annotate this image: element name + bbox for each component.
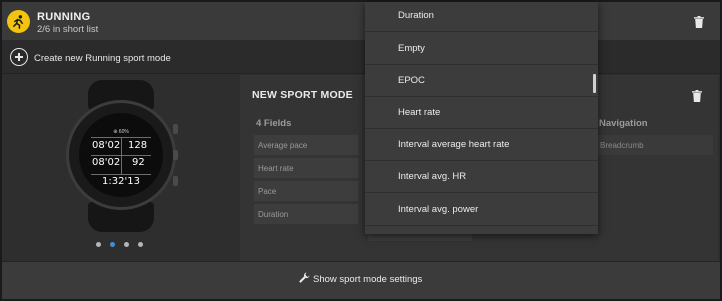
dropdown-scrollbar[interactable]	[593, 74, 596, 93]
navigation-select[interactable]: Breadcrumb	[595, 135, 713, 155]
sport-title: RUNNING	[37, 11, 91, 23]
dropdown-option[interactable]: Interval avg. HR	[365, 161, 598, 193]
carousel-dot[interactable]	[138, 242, 143, 247]
short-list-status: 2/6 in short list	[37, 24, 99, 35]
field-slot[interactable]: Pace	[254, 181, 358, 201]
create-sport-mode-label: Create new Running sport mode	[34, 53, 171, 64]
dropdown-option[interactable]: Empty	[365, 33, 598, 65]
sport-header: RUNNING 2/6 in short list	[2, 2, 720, 40]
dropdown-option[interactable]: Interval average heart rate	[365, 129, 598, 161]
watch-divider	[121, 137, 122, 174]
carousel-dot[interactable]	[96, 242, 101, 247]
carousel-dot-active[interactable]	[110, 242, 115, 247]
running-sport-icon	[7, 10, 30, 33]
watch-status-line: ⊕ 60%	[113, 129, 129, 135]
watch-value-average-pace: 08'02	[92, 140, 121, 151]
sport-mode-title: NEW SPORT MODE	[252, 89, 353, 101]
watch-divider	[91, 174, 151, 175]
carousel-pagination	[96, 242, 143, 247]
plus-circle-icon	[10, 48, 28, 66]
carousel-dot[interactable]	[124, 242, 129, 247]
create-sport-mode-button[interactable]: Create new Running sport mode	[2, 43, 720, 73]
watch-value-pace: 08'02	[92, 157, 121, 168]
show-settings-button[interactable]: Show sport mode settings	[2, 261, 720, 299]
navigation-heading: Navigation	[599, 118, 648, 129]
field-slot[interactable]: Duration	[254, 204, 358, 224]
trash-icon	[692, 90, 702, 102]
watch-value-cadence: 92	[132, 157, 145, 168]
watch-preview: ⊕ 60% 08'02 128 08'02 92 1:32'13	[62, 80, 180, 232]
watch-button	[173, 150, 178, 160]
show-settings-label: Show sport mode settings	[313, 274, 423, 285]
watch-value-heart-rate: 128	[128, 140, 148, 151]
watch-screen: ⊕ 60% 08'02 128 08'02 92 1:32'13	[79, 113, 163, 197]
dropdown-option[interactable]: Duration	[365, 2, 598, 32]
field-slot[interactable]: Heart rate	[254, 158, 358, 178]
watch-button	[173, 124, 178, 134]
field-dropdown-menu: Duration Empty EPOC Heart rate Interval …	[365, 2, 598, 234]
app-window: RUNNING 2/6 in short list Create new Run…	[0, 0, 722, 301]
dropdown-option[interactable]: Interval avg. power	[365, 194, 598, 226]
wrench-icon	[299, 272, 310, 283]
delete-sport-mode-button[interactable]	[692, 90, 702, 102]
dropdown-option[interactable]: Heart rate	[365, 97, 598, 129]
trash-icon	[694, 16, 704, 28]
watch-value-duration: 1:32'13	[102, 176, 140, 187]
dropdown-option[interactable]: EPOC	[365, 65, 598, 97]
delete-sport-button[interactable]	[694, 16, 704, 28]
field-slot[interactable]: Average pace	[254, 135, 358, 155]
watch-button	[173, 176, 178, 186]
fields-heading: 4 Fields	[256, 118, 292, 129]
